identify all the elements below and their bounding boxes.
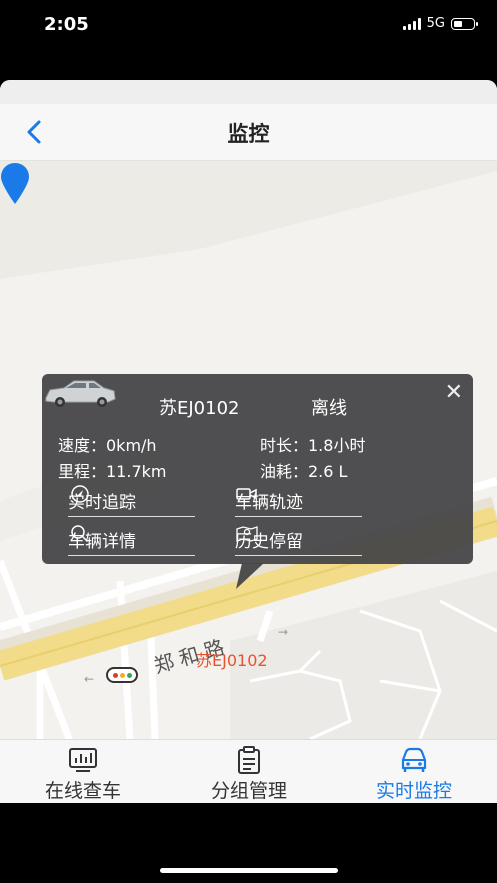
close-icon[interactable]: ✕: [445, 380, 463, 405]
vehicle-track-button[interactable]: 车辆轨迹: [235, 484, 362, 517]
vehicle-marker-label: 苏EJ0102: [196, 651, 268, 670]
signal-icon: [402, 17, 421, 30]
vehicle-details-button[interactable]: 车辆详情: [68, 523, 195, 556]
tab-bar: 在线查车 分组管理 实时监控: [0, 739, 497, 803]
location-pin-icon[interactable]: [0, 161, 30, 206]
sheet-handle-area: [0, 80, 497, 104]
page-title: 监控: [227, 122, 270, 146]
car-icon: [401, 747, 427, 772]
map-pin-icon: [236, 526, 258, 542]
map-view[interactable]: → ← 郑和路 苏EJ0102 ✕ 苏EJ0102 离线 速度：0km/h 时长…: [0, 161, 497, 739]
clipboard-icon: [238, 746, 260, 774]
network-label: 5G: [426, 16, 445, 31]
chart-icon: [69, 748, 97, 772]
status-bar: 2:05 5G: [0, 0, 497, 50]
svg-text:←: ←: [84, 672, 94, 686]
realtime-tracking-button[interactable]: 实时追踪: [68, 484, 195, 517]
vehicle-info-popup: ✕ 苏EJ0102 离线 速度：0km/h 时长：1.8小时 里程：11.7km…: [42, 374, 473, 564]
mileage-info: 里程：11.7km: [58, 462, 167, 481]
tab-realtime-monitoring[interactable]: 实时监控: [331, 746, 497, 803]
speed-info: 速度：0km/h: [58, 436, 157, 455]
compass-icon: [71, 485, 89, 503]
vehicle-plate: 苏EJ0102: [159, 398, 240, 419]
svg-text:→: →: [278, 625, 288, 639]
vehicle-status: 离线: [311, 398, 347, 419]
tab-online-vehicles[interactable]: 在线查车: [0, 746, 166, 803]
popup-pointer: [236, 563, 264, 589]
status-indicators: 5G: [402, 16, 478, 31]
fuel-info: 油耗：2.6 L: [260, 462, 348, 481]
tab-realtime-monitoring-label: 实时监控: [375, 780, 452, 802]
duration-info: 时长：1.8小时: [260, 436, 366, 455]
status-time: 2:05: [44, 14, 89, 35]
battery-icon: [451, 17, 478, 30]
app-screen: 监控 → ← 郑和路 苏EJ0102 ✕ 苏EJ0102 离线 速度：0km/h…: [0, 80, 497, 803]
home-indicator: [160, 868, 338, 873]
video-icon: [236, 488, 257, 500]
car-image: [45, 380, 116, 407]
tab-group-management[interactable]: 分组管理: [166, 746, 332, 803]
tab-online-vehicles-label: 在线查车: [44, 780, 121, 802]
history-stops-button[interactable]: 历史停留: [235, 523, 362, 556]
search-icon: [71, 525, 88, 542]
nav-bar: 监控: [0, 104, 497, 161]
traffic-light-icon: [106, 667, 138, 683]
tab-group-management-label: 分组管理: [210, 780, 287, 802]
